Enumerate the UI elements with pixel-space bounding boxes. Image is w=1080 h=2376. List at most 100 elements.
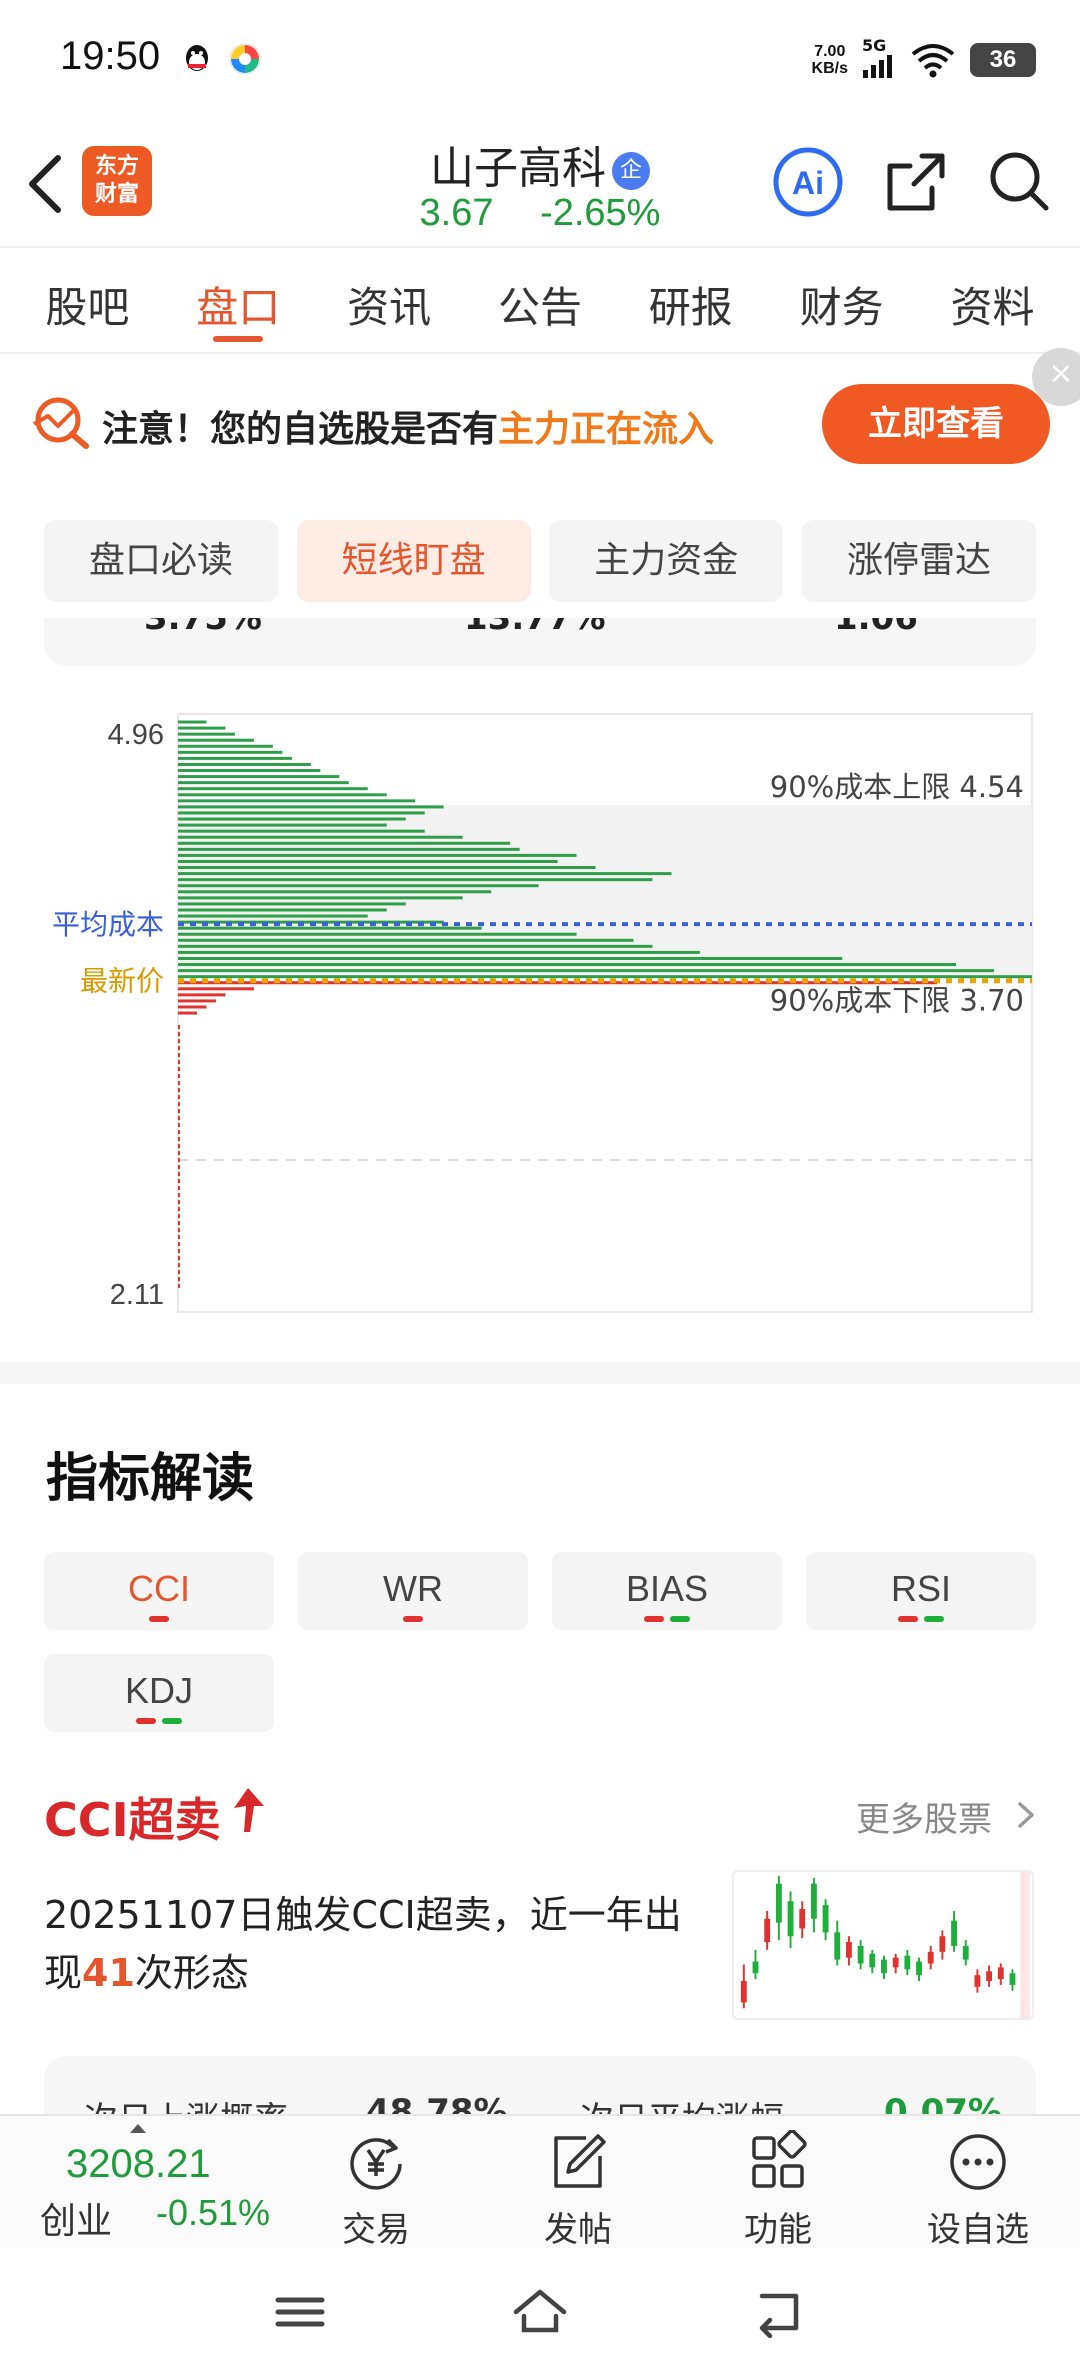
chip-bar (178, 908, 387, 912)
lower-90-label: 90%成本下限 3.70 (770, 984, 1024, 1018)
signal-title: CCI超卖 (44, 1793, 221, 1847)
chip-bar (178, 1005, 207, 1009)
indicator-bias[interactable]: BIAS (552, 1552, 782, 1630)
tab-finance[interactable]: 财务 (777, 250, 907, 352)
chip-bar (178, 829, 425, 833)
signal-mark (670, 1616, 690, 1622)
indicator-kdj[interactable]: KDJ (44, 1654, 274, 1732)
enterprise-badge: 企 (612, 152, 650, 190)
promo-view-button[interactable]: 立即查看 (822, 384, 1050, 464)
index-name[interactable]: 创业 (40, 2192, 112, 2244)
chip-bar (178, 775, 340, 779)
post-label: 发帖 (544, 2210, 612, 2250)
chip-bar (178, 866, 596, 870)
chip-bar (178, 890, 492, 894)
tab-guba[interactable]: 股吧 (22, 250, 152, 352)
home-icon[interactable] (512, 2286, 568, 2338)
indicator-rsi[interactable]: RSI (806, 1552, 1036, 1630)
index-value[interactable]: 3208.21 (66, 2142, 211, 2187)
chip-bar (178, 926, 482, 930)
chip-bar (178, 932, 577, 936)
add-watchlist-button[interactable]: 设自选 (908, 2130, 1048, 2251)
next-day-up-prob-label: 次日上涨概率 (84, 2092, 288, 2116)
chip-bar (178, 956, 843, 960)
signal-description: 20251107日触发CCI超卖，近一年出现41次形态 (44, 1893, 682, 1995)
chip-bar (178, 738, 254, 742)
subtab-short-term[interactable]: 短线盯盘 (296, 520, 531, 602)
chip-bar (178, 969, 995, 973)
cellular-signal: 5G (862, 38, 896, 82)
add-watchlist-label: 设自选 (927, 2210, 1029, 2250)
chip-bar (178, 859, 558, 863)
upper-90-label: 90%成本上限 4.54 (770, 770, 1024, 804)
share-icon[interactable] (884, 150, 948, 214)
signal-mark (898, 1616, 918, 1622)
scrolled-stats-card: 3.75% 13.77% 1.06 (44, 618, 1036, 666)
index-change[interactable]: -0.51% (156, 2192, 270, 2234)
subtab-limit-up-radar[interactable]: 涨停雷达 (801, 520, 1036, 602)
trade-label: 交易 (342, 2210, 410, 2250)
chip-bar (178, 938, 634, 942)
edit-icon (554, 2134, 606, 2188)
avg-cost-label: 平均成本 (52, 908, 164, 941)
functions-button[interactable]: 功能 (708, 2130, 848, 2251)
signal-mark (403, 1616, 423, 1622)
subtab-must-read[interactable]: 盘口必读 (44, 520, 278, 602)
tab-news[interactable]: 资讯 (324, 250, 454, 352)
chip-bar (178, 944, 653, 948)
chip-bar (178, 902, 406, 906)
tab-research[interactable]: 研报 (626, 250, 756, 352)
signal-mark (162, 1718, 182, 1724)
caret-up-icon (130, 2124, 146, 2133)
chip-bar (178, 884, 539, 888)
signal-mark (149, 1616, 169, 1622)
chip-bar (178, 732, 235, 736)
subtab-main-funds[interactable]: 主力资金 (549, 520, 784, 602)
signal-count: 41 (82, 1951, 135, 1995)
chevron-right-icon[interactable] (1016, 1800, 1038, 1830)
stock-price: 3.67 (419, 192, 494, 234)
chip-bar (178, 823, 387, 827)
chip-bar (178, 805, 444, 809)
stock-tabs: 股吧 盘口 资讯 公告 研报 财务 资料 (0, 250, 1080, 354)
chip-bar (178, 847, 520, 851)
back-nav-icon[interactable] (752, 2286, 808, 2338)
tab-profile[interactable]: 资料 (927, 250, 1057, 352)
chip-bar (178, 781, 349, 785)
chip-distribution-chart: 4.96 2.11 90%成本上限 4.54 90%成本下限 3.70 平均成本… (52, 713, 1033, 1313)
latest-price-label: 最新价 (80, 965, 164, 998)
menu-icon[interactable] (272, 2286, 328, 2338)
app-swirl-icon (229, 43, 261, 75)
system-navigation-bar (0, 2248, 1080, 2376)
chip-bar (178, 756, 292, 760)
signal-stats-card: 次日上涨概率 48.78% 次日平均涨幅 0.07% (44, 2056, 1036, 2116)
tab-announcements[interactable]: 公告 (475, 250, 605, 352)
more-stocks-link[interactable]: 更多股票 (856, 1792, 992, 1841)
status-bar: 19:50 7.00 KB/s 5G 36 (0, 0, 1080, 120)
search-icon[interactable] (986, 148, 1052, 214)
indicator-cci[interactable]: CCI (44, 1552, 274, 1630)
promo-banner[interactable]: 注意！您的自选股是否有主力正在流入 立即查看 × (0, 348, 1080, 486)
yen-cycle-icon (350, 2138, 402, 2190)
tab-pankou[interactable]: 盘口 (173, 250, 303, 352)
indicator-wr[interactable]: WR (298, 1552, 528, 1630)
chip-bar (178, 793, 387, 797)
chip-bar (178, 872, 672, 876)
chip-bar (178, 750, 283, 754)
grid-icon (752, 2130, 807, 2188)
net-speed: 7.00 KB/s (811, 43, 848, 77)
ai-assistant-icon[interactable]: Ai (772, 146, 844, 218)
post-button[interactable]: 发帖 (508, 2130, 648, 2251)
chip-bar (178, 835, 463, 839)
peek-value-1: 3.75% (144, 618, 262, 638)
chip-bar (178, 993, 226, 997)
chip-bar (178, 1011, 197, 1015)
next-day-avg-gain-value: 0.07% (884, 2092, 1002, 2116)
mini-kline-chart[interactable] (732, 1870, 1034, 2020)
chip-bar (178, 841, 511, 845)
trade-button[interactable]: 交易 (306, 2130, 446, 2251)
stock-header: 东方 财富 山子高科企 3.67 -2.65% Ai (0, 120, 1080, 248)
next-day-avg-gain-label: 次日平均涨幅 (580, 2092, 784, 2116)
chip-bar (178, 744, 273, 748)
status-time: 19:50 (60, 34, 161, 78)
